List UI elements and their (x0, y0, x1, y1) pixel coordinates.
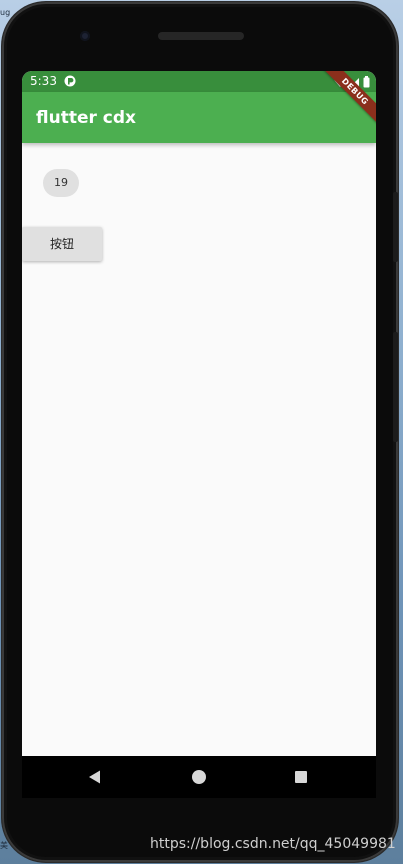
power-button (393, 332, 398, 442)
desktop-edge-text: ug (0, 8, 11, 17)
app-screen: 5:33 flutter cdx DEBUG 19 按钮 (22, 71, 376, 756)
earpiece-speaker (158, 32, 244, 40)
square-recents-icon[interactable] (292, 768, 310, 786)
notification-app-icon (64, 75, 76, 87)
desktop-edge-text-bottom: 美 (0, 841, 8, 850)
battery-icon (363, 75, 370, 87)
circle-home-icon[interactable] (190, 768, 208, 786)
status-time: 5:33 (30, 74, 57, 88)
app-bar: flutter cdx (22, 92, 376, 143)
front-camera (80, 31, 90, 41)
action-button[interactable]: 按钮 (22, 227, 102, 261)
watermark-url: https://blog.csdn.net/qq_45049981 (150, 836, 396, 852)
count-chip[interactable]: 19 (43, 169, 79, 197)
volume-button (393, 192, 398, 262)
status-bar: 5:33 (22, 71, 376, 92)
triangle-back-icon[interactable] (86, 768, 104, 786)
system-nav-bar (22, 756, 376, 798)
app-title: flutter cdx (36, 108, 136, 128)
